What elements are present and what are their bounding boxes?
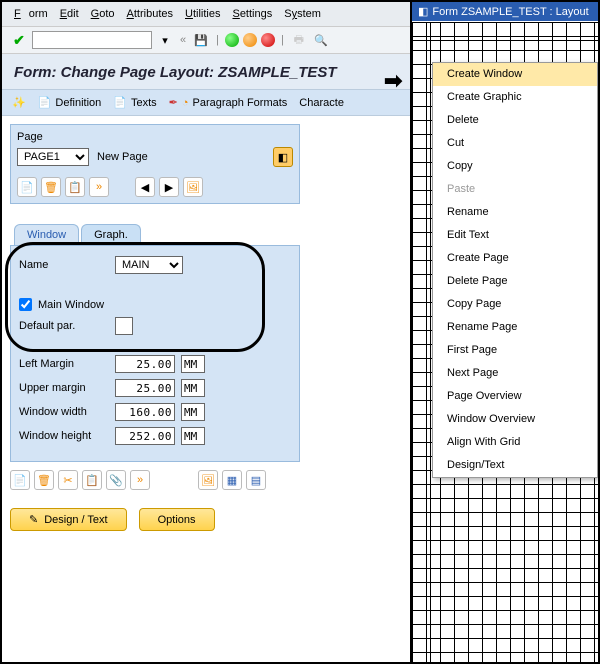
context-menu-item[interactable]: Create Page — [433, 247, 597, 270]
exit-icon[interactable] — [243, 33, 257, 47]
context-menu-item[interactable]: Copy — [433, 155, 597, 178]
create2-icon[interactable]: 📄 — [10, 470, 30, 490]
design-icon: ✎ — [29, 513, 38, 526]
picture-icon[interactable]: 🖼 — [183, 177, 203, 197]
back-icon[interactable] — [225, 33, 239, 47]
new-page-label: New Page — [97, 151, 148, 163]
paragraph-formats-button[interactable]: ✒◔Paragraph Formats — [169, 96, 288, 109]
copy2-icon[interactable]: 📋 — [82, 470, 102, 490]
context-menu-item[interactable]: Edit Text — [433, 224, 597, 247]
tab-graph[interactable]: Graph. — [81, 224, 141, 245]
context-menu-item[interactable]: Design/Text — [433, 454, 597, 477]
context-menu-item[interactable]: Window Overview — [433, 408, 597, 431]
copy-icon[interactable]: 📋 — [65, 177, 85, 197]
annotation-arrow: ➡ — [384, 68, 402, 94]
tool-magic-icon[interactable]: ✨ — [12, 96, 26, 109]
menu-goto[interactable]: Goto — [87, 6, 119, 22]
context-menu-item[interactable]: Next Page — [433, 362, 597, 385]
menu-edit[interactable]: Edit — [56, 6, 83, 22]
separator: « — [180, 34, 186, 46]
picture2-icon[interactable]: 🖼 — [198, 470, 218, 490]
window-width-unit[interactable] — [181, 403, 205, 421]
find-icon[interactable]: 🔍 — [312, 31, 330, 49]
main-window-checkbox[interactable] — [19, 298, 32, 311]
window-height-unit[interactable] — [181, 427, 205, 445]
context-menu-item[interactable]: Copy Page — [433, 293, 597, 316]
delete2-icon[interactable]: 🗑 — [34, 470, 54, 490]
next-icon[interactable]: ▶ — [159, 177, 179, 197]
window-height-input[interactable] — [115, 427, 175, 445]
menu-utilities[interactable]: Utilities — [181, 6, 224, 22]
definition-button[interactable]: 📄Definition — [38, 96, 102, 109]
page-panel: Page PAGE1 New Page ◧ 📄 🗑 📋 » ◀ ▶ 🖼 — [10, 124, 300, 204]
overview-icon[interactable]: ▦ — [222, 470, 242, 490]
name-select[interactable]: MAIN — [115, 256, 183, 274]
character-formats-button[interactable]: Characte — [299, 97, 344, 109]
command-field[interactable] — [32, 31, 152, 49]
align-icon[interactable]: ▤ — [246, 470, 266, 490]
design-text-button[interactable]: ✎ Design / Text — [10, 508, 127, 531]
upper-margin-label: Upper margin — [19, 382, 109, 394]
left-margin-unit[interactable] — [181, 355, 205, 373]
save-icon[interactable]: 💾 — [192, 31, 210, 49]
context-menu-item[interactable]: Page Overview — [433, 385, 597, 408]
dropdown-icon[interactable]: ▾ — [156, 31, 174, 49]
menu-system[interactable]: System — [280, 6, 325, 22]
context-menu-item[interactable]: Rename — [433, 201, 597, 224]
name-label: Name — [19, 259, 109, 271]
left-margin-input[interactable] — [115, 355, 175, 373]
delete-icon[interactable]: 🗑 — [41, 177, 61, 197]
context-menu-item[interactable]: First Page — [433, 339, 597, 362]
context-menu-item[interactable]: Cut — [433, 132, 597, 155]
rename2-icon[interactable]: » — [130, 470, 150, 490]
context-menu-item[interactable]: Align With Grid — [433, 431, 597, 454]
dock-titlebar[interactable]: ◧ Form ZSAMPLE_TEST : Layout — [412, 2, 598, 21]
create-icon[interactable]: 📄 — [17, 177, 37, 197]
context-menu-item[interactable]: Rename Page — [433, 316, 597, 339]
context-menu-item[interactable]: Delete Page — [433, 270, 597, 293]
first-icon[interactable]: ◀ — [135, 177, 155, 197]
options-button[interactable]: Options — [139, 508, 215, 531]
context-menu-item[interactable]: Create Graphic — [433, 86, 597, 109]
context-menu-item[interactable]: Create Window — [433, 63, 597, 86]
window-width-label: Window width — [19, 406, 109, 418]
context-menu-item[interactable]: Delete — [433, 109, 597, 132]
texts-button[interactable]: 📄Texts — [113, 96, 156, 109]
tab-window[interactable]: Window — [14, 224, 79, 245]
left-margin-label: Left Margin — [19, 358, 109, 370]
default-par-input[interactable] — [115, 317, 133, 335]
dock-title-text: Form ZSAMPLE_TEST : Layout — [432, 6, 588, 18]
upper-margin-unit[interactable] — [181, 379, 205, 397]
paste-icon[interactable]: 📎 — [106, 470, 126, 490]
layout-dock: ◧ Form ZSAMPLE_TEST : Layout ➡ Create Wi… — [410, 2, 598, 662]
window-width-input[interactable] — [115, 403, 175, 421]
window-height-label: Window height — [19, 430, 109, 442]
page-label: Page — [17, 131, 293, 143]
context-menu: Create WindowCreate GraphicDeleteCutCopy… — [432, 62, 598, 478]
rename-icon[interactable]: » — [89, 177, 109, 197]
page-layout-icon[interactable]: ◧ — [273, 147, 293, 167]
context-menu-item: Paste — [433, 178, 597, 201]
separator: | — [281, 34, 284, 46]
menu-settings[interactable]: Settings — [228, 6, 276, 22]
print-icon[interactable]: 🖶 — [290, 31, 308, 49]
menu-attributes[interactable]: Attributes — [123, 6, 177, 22]
upper-margin-input[interactable] — [115, 379, 175, 397]
window-icon: ◧ — [418, 5, 428, 18]
main-window-label: Main Window — [38, 299, 104, 311]
ok-icon[interactable]: ✔ — [10, 31, 28, 49]
cut-icon[interactable]: ✂ — [58, 470, 78, 490]
window-tab-body: Name MAIN Main Window Default par. Left … — [10, 245, 300, 462]
cancel-icon[interactable] — [261, 33, 275, 47]
separator: | — [216, 34, 219, 46]
page-select[interactable]: PAGE1 — [17, 148, 89, 166]
default-par-label: Default par. — [19, 320, 109, 332]
menu-form[interactable]: Form — [10, 6, 52, 22]
